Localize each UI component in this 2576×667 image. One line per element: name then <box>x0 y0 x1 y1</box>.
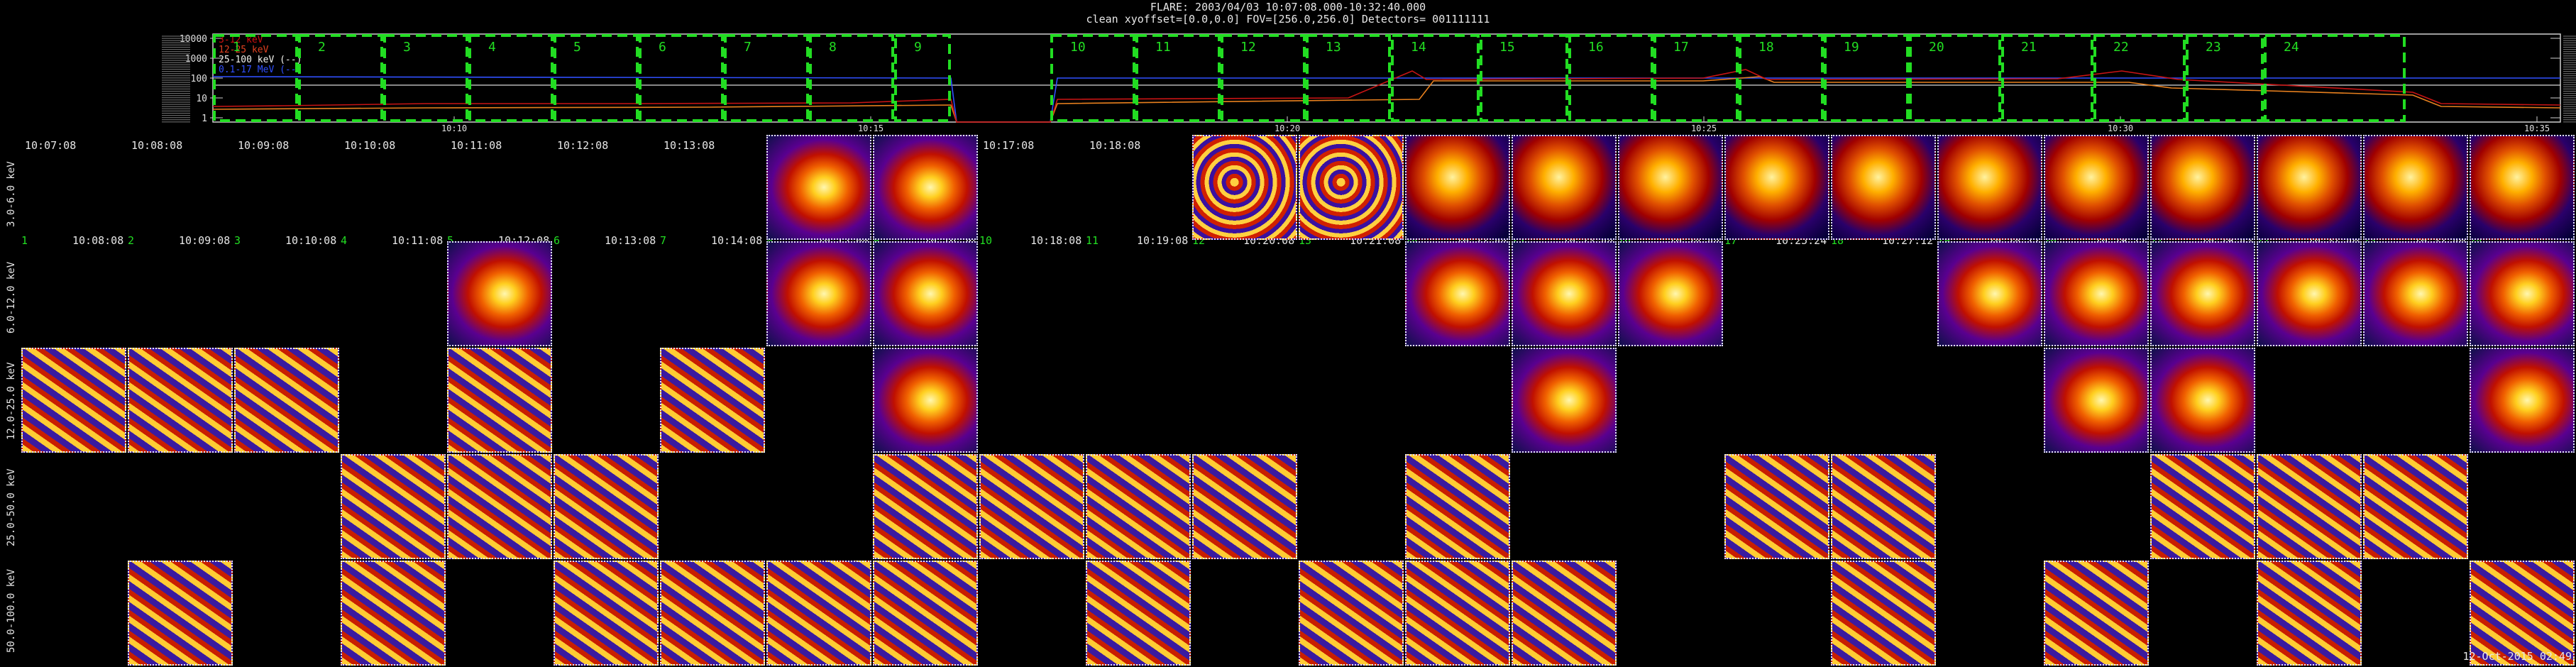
image-thumbnail[interactable] <box>234 348 339 453</box>
image-thumbnail[interactable] <box>1405 454 1510 559</box>
image-thumbnail[interactable] <box>1405 561 1510 666</box>
image-grid: 3.0-6.0 keV 6.0-12.0 keV 12.0-25.0 keV 25.0… <box>0 0 2576 667</box>
image-thumbnail[interactable] <box>766 561 871 666</box>
time-label: 10:18:08 <box>1030 234 1082 247</box>
image-thumbnail[interactable] <box>1831 135 1936 240</box>
image-thumbnail[interactable] <box>1618 135 1723 240</box>
image-thumbnail[interactable] <box>447 348 552 453</box>
interval-index: 3 <box>234 234 241 247</box>
image-thumbnail[interactable] <box>1405 135 1510 240</box>
image-thumbnail[interactable] <box>873 561 978 666</box>
time-label: 10:11:08 <box>451 139 502 152</box>
image-thumbnail[interactable] <box>1512 135 1617 240</box>
timestamp: 12-Oct-2015 02:49 <box>2462 650 2572 663</box>
image-thumbnail[interactable] <box>21 348 126 453</box>
time-label: 10:13:08 <box>605 234 656 247</box>
interval-index: 6 <box>554 234 561 247</box>
interval-index: 11 <box>1086 234 1099 247</box>
image-thumbnail[interactable] <box>447 241 552 346</box>
image-thumbnail[interactable] <box>1192 454 1297 559</box>
image-thumbnail[interactable] <box>979 454 1084 559</box>
image-thumbnail[interactable] <box>1512 241 1617 346</box>
image-thumbnail[interactable] <box>1512 561 1617 666</box>
time-label: 10:09:08 <box>238 139 290 152</box>
image-thumbnail[interactable] <box>2470 241 2575 346</box>
row-label: 50.0-100.0 keV <box>6 568 17 653</box>
image-thumbnail[interactable] <box>1512 348 1617 453</box>
time-label: 10:08:08 <box>131 139 183 152</box>
image-thumbnail[interactable] <box>2044 135 2149 240</box>
image-thumbnail[interactable] <box>2044 348 2149 453</box>
time-label: 10:13:08 <box>664 139 715 152</box>
interval-index: 1 <box>21 234 28 247</box>
image-thumbnail[interactable] <box>1831 561 1936 666</box>
row-label: 6.0-12.0 keV <box>6 261 17 334</box>
image-thumbnail[interactable] <box>341 561 446 666</box>
image-thumbnail[interactable] <box>2257 561 2362 666</box>
image-thumbnail[interactable] <box>554 454 659 559</box>
row-label: 25.0-50.0 keV <box>6 468 17 546</box>
image-thumbnail[interactable] <box>341 454 446 559</box>
image-thumbnail[interactable] <box>1086 561 1191 666</box>
image-thumbnail[interactable] <box>1192 135 1297 240</box>
image-thumbnail[interactable] <box>447 454 552 559</box>
image-thumbnail[interactable] <box>873 454 978 559</box>
time-label: 10:09:08 <box>179 234 231 247</box>
image-thumbnail[interactable] <box>873 348 978 453</box>
time-label: 10:14:08 <box>711 234 763 247</box>
image-thumbnail[interactable] <box>2363 241 2468 346</box>
image-thumbnail[interactable] <box>1937 241 2042 346</box>
image-thumbnail[interactable] <box>1299 135 1404 240</box>
interval-index: 10 <box>979 234 993 247</box>
image-thumbnail[interactable] <box>2044 241 2149 346</box>
interval-index: 7 <box>660 234 667 247</box>
interval-index: 4 <box>341 234 348 247</box>
image-thumbnail[interactable] <box>766 135 871 240</box>
image-thumbnail[interactable] <box>2257 241 2362 346</box>
time-label: 10:17:08 <box>983 139 1035 152</box>
image-thumbnail[interactable] <box>2150 454 2255 559</box>
image-thumbnail[interactable] <box>1724 135 1829 240</box>
time-label: 10:12:08 <box>557 139 609 152</box>
image-thumbnail[interactable] <box>2470 135 2575 240</box>
image-thumbnail[interactable] <box>2150 135 2255 240</box>
time-label: 10:11:08 <box>392 234 444 247</box>
time-label: 10:19:08 <box>1137 234 1189 247</box>
interval-index: 2 <box>128 234 135 247</box>
image-thumbnail[interactable] <box>554 561 659 666</box>
image-thumbnail[interactable] <box>2363 454 2468 559</box>
time-label: 10:18:08 <box>1089 139 1141 152</box>
time-label: 10:07:08 <box>25 139 77 152</box>
image-thumbnail[interactable] <box>128 348 233 453</box>
image-thumbnail[interactable] <box>1405 241 1510 346</box>
image-thumbnail[interactable] <box>1618 241 1723 346</box>
image-thumbnail[interactable] <box>660 561 765 666</box>
image-thumbnail[interactable] <box>1831 454 1936 559</box>
image-thumbnail[interactable] <box>1086 454 1191 559</box>
row-label: 3.0-6.0 keV <box>6 161 17 227</box>
image-thumbnail[interactable] <box>2150 348 2255 453</box>
image-thumbnail[interactable] <box>1299 561 1404 666</box>
image-thumbnail[interactable] <box>660 348 765 453</box>
image-thumbnail[interactable] <box>2044 561 2149 666</box>
image-thumbnail[interactable] <box>2470 348 2575 453</box>
image-thumbnail[interactable] <box>128 561 233 666</box>
time-label: 10:08:08 <box>72 234 124 247</box>
image-thumbnail[interactable] <box>766 241 871 346</box>
image-thumbnail[interactable] <box>873 241 978 346</box>
image-thumbnail[interactable] <box>873 135 978 240</box>
time-label: 10:10:08 <box>285 234 337 247</box>
image-thumbnail[interactable] <box>2150 241 2255 346</box>
image-thumbnail[interactable] <box>2257 135 2362 240</box>
time-label: 10:10:08 <box>344 139 396 152</box>
row-label: 12.0-25.0 keV <box>6 362 17 440</box>
image-thumbnail[interactable] <box>1724 454 1829 559</box>
image-thumbnail[interactable] <box>1937 135 2042 240</box>
image-thumbnail[interactable] <box>2363 135 2468 240</box>
image-thumbnail[interactable] <box>2257 454 2362 559</box>
